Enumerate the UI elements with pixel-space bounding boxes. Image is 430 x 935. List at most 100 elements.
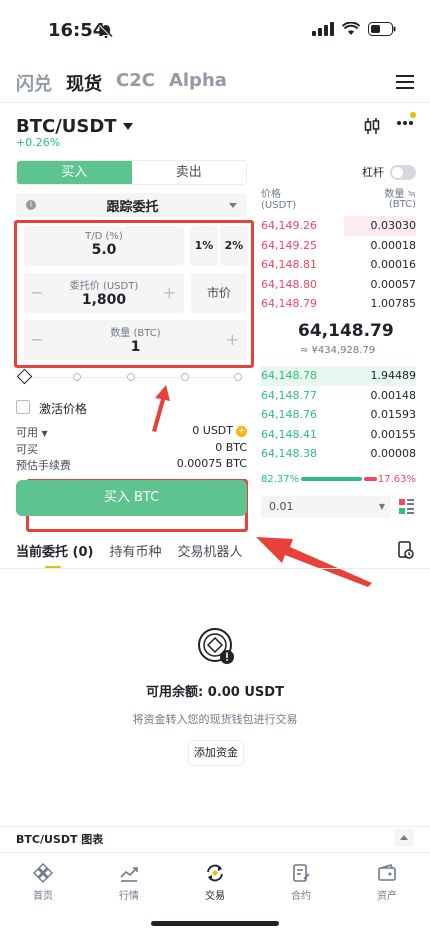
sell-tab[interactable]: 卖出 [132, 161, 247, 184]
ask-quantity: 0.03030 [370, 219, 417, 232]
nav-futures[interactable]: 合约 [271, 853, 331, 912]
signal-icon [312, 22, 334, 36]
tab-c2c[interactable]: C2C [116, 70, 155, 96]
tab-spot[interactable]: 现货 [66, 70, 102, 96]
status-time: 16:54 [48, 20, 106, 41]
nav-assets[interactable]: 资产 [357, 853, 417, 912]
ask-row[interactable]: 64,148.81 0.00016 [261, 255, 416, 275]
nav-markets-label: 行情 [119, 891, 139, 902]
status-icons [312, 22, 396, 36]
slider-stop[interactable] [234, 373, 242, 381]
home-icon [33, 863, 53, 883]
ask-quantity: 0.00016 [370, 258, 417, 271]
nav-futures-label: 合约 [291, 891, 311, 902]
bid-row[interactable]: 64,148.76 0.01593 [261, 405, 416, 425]
fee-value: 0.00075 BTC [176, 457, 247, 470]
bid-price: 64,148.78 [261, 369, 317, 382]
bid-quantity: 1.94489 [370, 369, 417, 382]
more-options-icon[interactable] [396, 120, 414, 126]
nav-assets-label: 资产 [377, 891, 397, 902]
bid-row[interactable]: 64,148.77 0.00148 [261, 386, 416, 406]
qty-header[interactable]: 数量 ≒ [384, 185, 416, 200]
ask-row[interactable]: 64,149.26 0.03030 [261, 216, 416, 236]
available-label: 可用 [16, 426, 38, 439]
nav-home-label: 首页 [33, 891, 53, 902]
activate-price-checkbox[interactable] [16, 400, 30, 414]
orders-tabs: 当前委托 (0) 持有币种 交易机器人 [16, 541, 243, 560]
home-indicator [151, 921, 279, 926]
bid-price: 64,148.77 [261, 388, 317, 402]
futures-icon [293, 864, 310, 882]
chart-expand-button[interactable] [394, 829, 414, 847]
buy-sell-toggle: 买入 卖出 [16, 160, 247, 185]
tab-convert[interactable]: 闪兑 [16, 70, 52, 96]
caret-up-icon [400, 835, 408, 840]
orderbook-header: 价格 (USDT) 数量 ≒ (BTC) [261, 185, 416, 211]
trade-icon [207, 864, 223, 882]
slider-stop[interactable] [127, 373, 135, 381]
fee-row: 预估手续费 0.00075 BTC [16, 457, 247, 473]
price-change: +0.26% [16, 136, 61, 149]
can-buy-value: 0 BTC [215, 441, 247, 454]
bid-row[interactable]: 64,148.41 0.00155 [261, 425, 416, 445]
order-type-select[interactable]: i 跟踪委托 [16, 193, 247, 217]
buy-ratio: 82.37% [261, 474, 300, 485]
bid-row[interactable]: 64,148.38 0.00008 [261, 444, 416, 464]
slider-stop[interactable] [73, 373, 81, 381]
ask-quantity: 0.00057 [370, 277, 417, 291]
nav-home[interactable]: 首页 [13, 853, 73, 912]
leverage-switch[interactable] [390, 164, 416, 180]
divider [0, 102, 430, 103]
bid-price: 64,148.41 [261, 427, 317, 441]
order-history-icon[interactable] [398, 541, 414, 559]
battery-icon [368, 22, 396, 36]
ask-row[interactable]: 64,148.80 0.00057 [261, 275, 416, 295]
wifi-icon [342, 22, 360, 35]
top-nav-tabs: 闪兑 现货 C2C Alpha [16, 70, 227, 96]
annotation-box-inputs [14, 220, 254, 368]
leverage-label: 杠杆 [362, 166, 384, 179]
can-buy-row: 可买 0 BTC [16, 441, 247, 457]
tab-trading-bots[interactable]: 交易机器人 [177, 541, 242, 560]
slider-stop[interactable] [181, 373, 189, 381]
ratio-bar [301, 477, 377, 481]
nav-markets[interactable]: 行情 [99, 853, 159, 912]
add-coin-icon[interactable]: + [236, 425, 247, 437]
pair-selector[interactable]: BTC/USDT [16, 116, 133, 137]
tab-alpha[interactable]: Alpha [169, 70, 227, 96]
info-icon[interactable]: i [26, 200, 36, 210]
hamburger-menu-icon[interactable] [396, 75, 414, 89]
bell-muted-icon [98, 23, 114, 39]
tab-holdings[interactable]: 持有币种 [109, 541, 161, 560]
last-price[interactable]: 64,148.79 [298, 321, 394, 341]
precision-select[interactable]: 0.01 ▼ [261, 496, 391, 518]
candlestick-icon[interactable] [364, 117, 380, 135]
orderbook-layout-icon[interactable] [399, 499, 414, 514]
ratio-bar-sell [364, 477, 377, 481]
fee-label: 预估手续费 [16, 459, 71, 472]
add-funds-button[interactable]: 添加资金 [188, 740, 244, 766]
ask-price: 64,149.26 [261, 219, 317, 232]
empty-coin-icon [198, 628, 234, 664]
pair-symbol: BTC/USDT [16, 116, 117, 137]
annotation-arrow-left [256, 537, 372, 587]
caret-down-icon [229, 202, 237, 208]
buy-sell-ratio: 82.37% 17.63% [261, 474, 416, 485]
leverage-toggle[interactable]: 杠杆 [362, 164, 416, 180]
chart-title: BTC/USDT 图表 [16, 833, 104, 846]
nav-trade[interactable]: 交易 [185, 853, 245, 912]
bottom-nav: 首页 行情 交易 合约 资产 [0, 852, 430, 912]
buy-btc-button[interactable]: 买入 BTC [16, 480, 247, 516]
buy-tab[interactable]: 买入 [17, 161, 132, 184]
can-buy-label: 可买 [16, 443, 38, 456]
bid-row[interactable]: 64,148.78 1.94489 [261, 366, 416, 386]
ask-row[interactable]: 64,149.25 0.00018 [261, 236, 416, 256]
wallet-icon [378, 864, 396, 881]
ask-row[interactable]: 64,148.79 1.00785 [261, 294, 416, 314]
available-balance: 可用余额: 0.00 USDT [146, 685, 284, 700]
ask-price: 64,148.80 [261, 277, 317, 291]
ask-price: 64,148.81 [261, 258, 317, 271]
tab-open-orders[interactable]: 当前委托 (0) [16, 541, 93, 560]
sell-ratio: 17.63% [377, 474, 416, 485]
slider-thumb[interactable] [16, 368, 33, 385]
